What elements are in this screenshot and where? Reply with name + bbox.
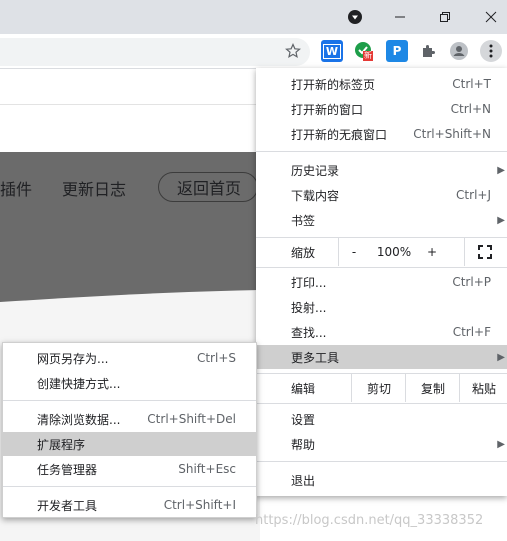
- submenu-task-manager-shortcut: Shift+Esc: [178, 462, 236, 476]
- submenu-clear-data-shortcut: Ctrl+Shift+Del: [147, 412, 236, 426]
- close-icon[interactable]: [476, 2, 506, 32]
- menu-new-tab-shortcut: Ctrl+T: [452, 77, 491, 91]
- menu-downloads-label: 下载内容: [291, 188, 340, 203]
- zoom-level: 100%: [376, 245, 412, 259]
- chevron-right-icon: ▶: [497, 214, 505, 226]
- menu-cast-label: 投射...: [291, 300, 327, 315]
- cut-button[interactable]: 剪切: [351, 374, 406, 402]
- menu-zoom-label: 缩放: [291, 245, 316, 260]
- menu-more-tools-label: 更多工具: [291, 350, 340, 365]
- minimize-icon[interactable]: [385, 2, 415, 32]
- zoom-out-button[interactable]: -: [338, 238, 369, 266]
- submenu-dev-tools[interactable]: 开发者工具 Ctrl+Shift+I: [3, 493, 256, 517]
- menu-divider: [256, 151, 507, 152]
- home-button[interactable]: 返回首页: [158, 172, 258, 202]
- submenu-create-shortcut-label: 创建快捷方式...: [37, 376, 121, 391]
- menu-incognito[interactable]: 打开新的无痕窗口 Ctrl+Shift+N: [256, 122, 507, 146]
- menu-new-window-label: 打开新的窗口: [291, 102, 364, 117]
- submenu-dev-tools-label: 开发者工具: [37, 498, 98, 513]
- submenu-clear-data-label: 清除浏览数据...: [37, 412, 121, 427]
- translate-badge: 新: [363, 51, 373, 61]
- zoom-in-button[interactable]: +: [419, 238, 445, 266]
- menu-history[interactable]: 历史记录 ▶: [256, 158, 507, 182]
- menu-cast[interactable]: 投射...: [256, 295, 507, 319]
- translate-extension-icon[interactable]: 新: [353, 40, 375, 62]
- menu-exit[interactable]: 退出: [256, 468, 507, 492]
- menu-new-window[interactable]: 打开新的窗口 Ctrl+N: [256, 97, 507, 121]
- menu-new-window-shortcut: Ctrl+N: [450, 102, 491, 116]
- submenu-save-page-shortcut: Ctrl+S: [196, 351, 236, 365]
- chevron-right-icon: ▶: [497, 351, 505, 363]
- menu-downloads-shortcut: Ctrl+J: [456, 188, 491, 202]
- menu-print-shortcut: Ctrl+P: [452, 275, 491, 289]
- menu-incognito-label: 打开新的无痕窗口: [291, 127, 388, 142]
- menu-divider: [256, 461, 507, 462]
- menu-settings-label: 设置: [291, 412, 316, 427]
- word-extension-icon[interactable]: W: [321, 40, 343, 62]
- chrome-main-menu: 打开新的标签页 Ctrl+T 打开新的窗口 Ctrl+N 打开新的无痕窗口 Ct…: [256, 68, 507, 496]
- fullscreen-icon[interactable]: [464, 238, 505, 266]
- submenu-clear-data[interactable]: 清除浏览数据... Ctrl+Shift+Del: [3, 407, 256, 431]
- menu-bookmarks[interactable]: 书签 ▶: [256, 208, 507, 232]
- page-header: [0, 69, 260, 105]
- menu-kebab-icon[interactable]: [480, 40, 502, 62]
- p-extension-letter: P: [392, 44, 402, 58]
- menu-edit-row: 编辑 剪切 复制 粘贴: [256, 374, 507, 402]
- nav-changelog[interactable]: 更新日志: [62, 176, 126, 200]
- menu-find-shortcut: Ctrl+F: [452, 325, 491, 339]
- nav-plugins[interactable]: 插件: [0, 176, 32, 200]
- menu-new-tab[interactable]: 打开新的标签页 Ctrl+T: [256, 72, 507, 96]
- extensions-puzzle-icon[interactable]: [417, 40, 439, 62]
- menu-find-label: 查找...: [291, 325, 327, 340]
- submenu-save-page[interactable]: 网页另存为... Ctrl+S: [3, 346, 256, 370]
- menu-divider: [256, 267, 507, 268]
- submenu-task-manager[interactable]: 任务管理器 Shift+Esc: [3, 457, 256, 481]
- submenu-task-manager-label: 任务管理器: [37, 462, 98, 477]
- p-extension-icon[interactable]: P: [386, 40, 408, 62]
- chevron-right-icon: ▶: [497, 438, 505, 450]
- menu-bookmarks-label: 书签: [291, 213, 316, 228]
- watermark-text: https://blog.csdn.net/qq_33338352: [255, 513, 484, 528]
- restore-icon[interactable]: [430, 2, 460, 32]
- menu-zoom-row: 缩放 - 100% +: [256, 238, 507, 266]
- submenu-save-page-label: 网页另存为...: [37, 351, 109, 366]
- menu-find[interactable]: 查找... Ctrl+F: [256, 320, 507, 344]
- menu-print[interactable]: 打印... Ctrl+P: [256, 270, 507, 294]
- copy-button[interactable]: 复制: [405, 374, 460, 402]
- menu-help-label: 帮助: [291, 437, 316, 452]
- menu-incognito-shortcut: Ctrl+Shift+N: [413, 127, 491, 141]
- submenu-extensions-label: 扩展程序: [37, 437, 86, 452]
- bookmark-star-icon[interactable]: [282, 40, 304, 62]
- submenu-create-shortcut[interactable]: 创建快捷方式...: [3, 371, 256, 395]
- menu-history-label: 历史记录: [291, 163, 340, 178]
- address-bar[interactable]: [0, 38, 310, 66]
- menu-settings[interactable]: 设置: [256, 407, 507, 431]
- paste-button[interactable]: 粘贴: [459, 374, 507, 402]
- menu-help[interactable]: 帮助 ▶: [256, 432, 507, 456]
- submenu-divider: [3, 400, 256, 401]
- menu-print-label: 打印...: [291, 275, 327, 290]
- more-tools-submenu: 网页另存为... Ctrl+S 创建快捷方式... 清除浏览数据... Ctrl…: [2, 342, 257, 518]
- submenu-extensions[interactable]: 扩展程序: [3, 432, 256, 456]
- submenu-divider: [3, 486, 256, 487]
- tab-search-dropdown-icon[interactable]: [340, 2, 370, 32]
- menu-more-tools[interactable]: 更多工具 ▶: [256, 345, 507, 369]
- menu-new-tab-label: 打开新的标签页: [291, 77, 376, 92]
- menu-edit-label: 编辑: [291, 381, 316, 396]
- menu-exit-label: 退出: [291, 473, 316, 488]
- submenu-dev-tools-shortcut: Ctrl+Shift+I: [163, 498, 236, 512]
- chevron-right-icon: ▶: [497, 164, 505, 176]
- menu-divider: [256, 403, 507, 404]
- menu-downloads[interactable]: 下载内容 Ctrl+J: [256, 183, 507, 207]
- profile-icon[interactable]: [448, 40, 470, 62]
